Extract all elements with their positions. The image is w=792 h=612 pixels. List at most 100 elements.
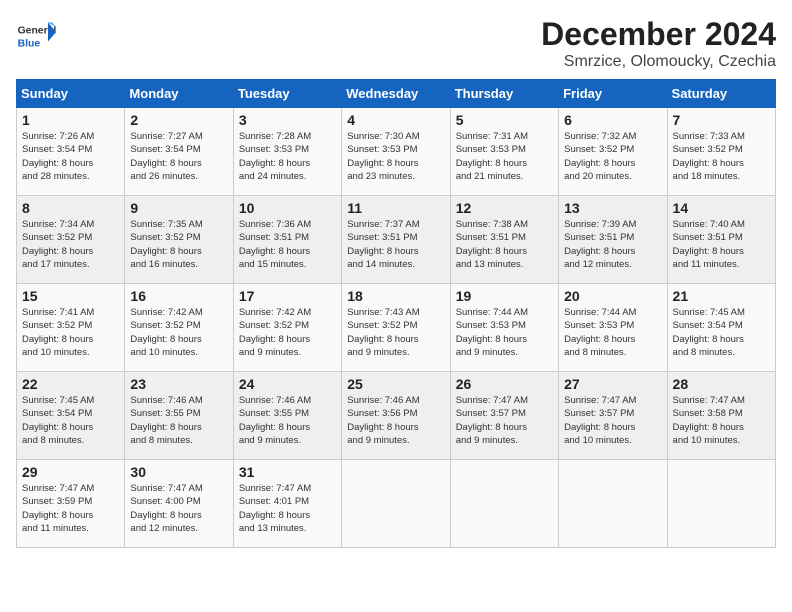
header-saturday: Saturday: [667, 80, 775, 108]
day-cell: [667, 460, 775, 548]
day-info: Sunrise: 7:40 AM Sunset: 3:51 PM Dayligh…: [673, 218, 770, 271]
day-cell: 16 Sunrise: 7:42 AM Sunset: 3:52 PM Dayli…: [125, 284, 233, 372]
week-row-1: 1 Sunrise: 7:26 AM Sunset: 3:54 PM Daylig…: [17, 108, 776, 196]
day-cell: 13 Sunrise: 7:39 AM Sunset: 3:51 PM Dayli…: [559, 196, 667, 284]
day-number: 19: [456, 288, 553, 304]
day-number: 13: [564, 200, 661, 216]
week-row-3: 15Sunrise: 7:41 AM Sunset: 3:52 PM Dayli…: [17, 284, 776, 372]
day-number: 21: [673, 288, 770, 304]
day-cell: 3 Sunrise: 7:28 AM Sunset: 3:53 PM Daylig…: [233, 108, 341, 196]
day-cell: 2 Sunrise: 7:27 AM Sunset: 3:54 PM Daylig…: [125, 108, 233, 196]
day-number: 9: [130, 200, 227, 216]
day-cell: 15Sunrise: 7:41 AM Sunset: 3:52 PM Dayli…: [17, 284, 125, 372]
day-cell: [450, 460, 558, 548]
day-info: Sunrise: 7:43 AM Sunset: 3:52 PM Dayligh…: [347, 306, 444, 359]
day-info: Sunrise: 7:42 AM Sunset: 3:52 PM Dayligh…: [130, 306, 227, 359]
day-info: Sunrise: 7:28 AM Sunset: 3:53 PM Dayligh…: [239, 130, 336, 183]
day-cell: 31Sunrise: 7:47 AM Sunset: 4:01 PM Dayli…: [233, 460, 341, 548]
week-row-4: 22 Sunrise: 7:45 AM Sunset: 3:54 PM Dayli…: [17, 372, 776, 460]
calendar-table: SundayMondayTuesdayWednesdayThursdayFrid…: [16, 79, 776, 548]
day-info: Sunrise: 7:44 AM Sunset: 3:53 PM Dayligh…: [564, 306, 661, 359]
day-info: Sunrise: 7:36 AM Sunset: 3:51 PM Dayligh…: [239, 218, 336, 271]
day-info: Sunrise: 7:46 AM Sunset: 3:56 PM Dayligh…: [347, 394, 444, 447]
title-block: December 2024 Smrzice, Olomoucky, Czechi…: [541, 16, 776, 71]
day-info: Sunrise: 7:30 AM Sunset: 3:53 PM Dayligh…: [347, 130, 444, 183]
day-number: 11: [347, 200, 444, 216]
svg-text:Blue: Blue: [18, 38, 41, 49]
day-info: Sunrise: 7:47 AM Sunset: 3:57 PM Dayligh…: [564, 394, 661, 447]
week-row-5: 29 Sunrise: 7:47 AM Sunset: 3:59 PM Dayli…: [17, 460, 776, 548]
header-tuesday: Tuesday: [233, 80, 341, 108]
day-number: 30: [130, 464, 227, 480]
day-cell: 17Sunrise: 7:42 AM Sunset: 3:52 PM Dayli…: [233, 284, 341, 372]
day-info: Sunrise: 7:34 AM Sunset: 3:52 PM Dayligh…: [22, 218, 119, 271]
day-cell: 10Sunrise: 7:36 AM Sunset: 3:51 PM Dayli…: [233, 196, 341, 284]
day-cell: 12Sunrise: 7:38 AM Sunset: 3:51 PM Dayli…: [450, 196, 558, 284]
day-cell: 18 Sunrise: 7:43 AM Sunset: 3:52 PM Dayli…: [342, 284, 450, 372]
day-number: 4: [347, 112, 444, 128]
day-info: Sunrise: 7:35 AM Sunset: 3:52 PM Dayligh…: [130, 218, 227, 271]
day-number: 17: [239, 288, 336, 304]
day-info: Sunrise: 7:26 AM Sunset: 3:54 PM Dayligh…: [22, 130, 119, 183]
day-number: 26: [456, 376, 553, 392]
day-cell: 11 Sunrise: 7:37 AM Sunset: 3:51 PM Dayli…: [342, 196, 450, 284]
day-info: Sunrise: 7:39 AM Sunset: 3:51 PM Dayligh…: [564, 218, 661, 271]
day-info: Sunrise: 7:46 AM Sunset: 3:55 PM Dayligh…: [130, 394, 227, 447]
day-cell: 27 Sunrise: 7:47 AM Sunset: 3:57 PM Dayli…: [559, 372, 667, 460]
day-number: 14: [673, 200, 770, 216]
day-info: Sunrise: 7:38 AM Sunset: 3:51 PM Dayligh…: [456, 218, 553, 271]
day-info: Sunrise: 7:47 AM Sunset: 4:00 PM Dayligh…: [130, 482, 227, 535]
day-info: Sunrise: 7:47 AM Sunset: 3:59 PM Dayligh…: [22, 482, 119, 535]
day-cell: 4 Sunrise: 7:30 AM Sunset: 3:53 PM Daylig…: [342, 108, 450, 196]
day-info: Sunrise: 7:44 AM Sunset: 3:53 PM Dayligh…: [456, 306, 553, 359]
day-info: Sunrise: 7:27 AM Sunset: 3:54 PM Dayligh…: [130, 130, 227, 183]
day-cell: 25Sunrise: 7:46 AM Sunset: 3:56 PM Dayli…: [342, 372, 450, 460]
day-info: Sunrise: 7:41 AM Sunset: 3:52 PM Dayligh…: [22, 306, 119, 359]
day-number: 29: [22, 464, 119, 480]
day-cell: 21 Sunrise: 7:45 AM Sunset: 3:54 PM Dayli…: [667, 284, 775, 372]
day-number: 27: [564, 376, 661, 392]
day-cell: 19 Sunrise: 7:44 AM Sunset: 3:53 PM Dayli…: [450, 284, 558, 372]
day-info: Sunrise: 7:47 AM Sunset: 3:58 PM Dayligh…: [673, 394, 770, 447]
day-cell: 14 Sunrise: 7:40 AM Sunset: 3:51 PM Dayli…: [667, 196, 775, 284]
day-info: Sunrise: 7:33 AM Sunset: 3:52 PM Dayligh…: [673, 130, 770, 183]
day-number: 20: [564, 288, 661, 304]
day-info: Sunrise: 7:45 AM Sunset: 3:54 PM Dayligh…: [673, 306, 770, 359]
day-cell: 30 Sunrise: 7:47 AM Sunset: 4:00 PM Dayli…: [125, 460, 233, 548]
calendar-title: December 2024: [541, 16, 776, 53]
day-number: 31: [239, 464, 336, 480]
day-info: Sunrise: 7:47 AM Sunset: 3:57 PM Dayligh…: [456, 394, 553, 447]
header-friday: Friday: [559, 80, 667, 108]
day-info: Sunrise: 7:31 AM Sunset: 3:53 PM Dayligh…: [456, 130, 553, 183]
day-cell: 20 Sunrise: 7:44 AM Sunset: 3:53 PM Dayli…: [559, 284, 667, 372]
day-number: 24: [239, 376, 336, 392]
day-cell: 5 Sunrise: 7:31 AM Sunset: 3:53 PM Daylig…: [450, 108, 558, 196]
day-number: 1: [22, 112, 119, 128]
day-cell: [342, 460, 450, 548]
day-info: Sunrise: 7:32 AM Sunset: 3:52 PM Dayligh…: [564, 130, 661, 183]
calendar-header: General Blue December 2024 Smrzice, Olom…: [16, 16, 776, 71]
header-monday: Monday: [125, 80, 233, 108]
day-number: 5: [456, 112, 553, 128]
day-cell: 8 Sunrise: 7:34 AM Sunset: 3:52 PM Daylig…: [17, 196, 125, 284]
day-cell: 6 Sunrise: 7:32 AM Sunset: 3:52 PM Daylig…: [559, 108, 667, 196]
day-cell: 26 Sunrise: 7:47 AM Sunset: 3:57 PM Dayli…: [450, 372, 558, 460]
day-cell: 22 Sunrise: 7:45 AM Sunset: 3:54 PM Dayli…: [17, 372, 125, 460]
day-number: 22: [22, 376, 119, 392]
day-number: 28: [673, 376, 770, 392]
day-cell: 1 Sunrise: 7:26 AM Sunset: 3:54 PM Daylig…: [17, 108, 125, 196]
day-number: 7: [673, 112, 770, 128]
day-number: 6: [564, 112, 661, 128]
day-number: 23: [130, 376, 227, 392]
day-number: 3: [239, 112, 336, 128]
day-number: 8: [22, 200, 119, 216]
day-number: 16: [130, 288, 227, 304]
day-info: Sunrise: 7:45 AM Sunset: 3:54 PM Dayligh…: [22, 394, 119, 447]
day-number: 2: [130, 112, 227, 128]
header-wednesday: Wednesday: [342, 80, 450, 108]
day-number: 18: [347, 288, 444, 304]
calendar-subtitle: Smrzice, Olomoucky, Czechia: [541, 53, 776, 71]
header-thursday: Thursday: [450, 80, 558, 108]
day-info: Sunrise: 7:37 AM Sunset: 3:51 PM Dayligh…: [347, 218, 444, 271]
day-cell: 23 Sunrise: 7:46 AM Sunset: 3:55 PM Dayli…: [125, 372, 233, 460]
